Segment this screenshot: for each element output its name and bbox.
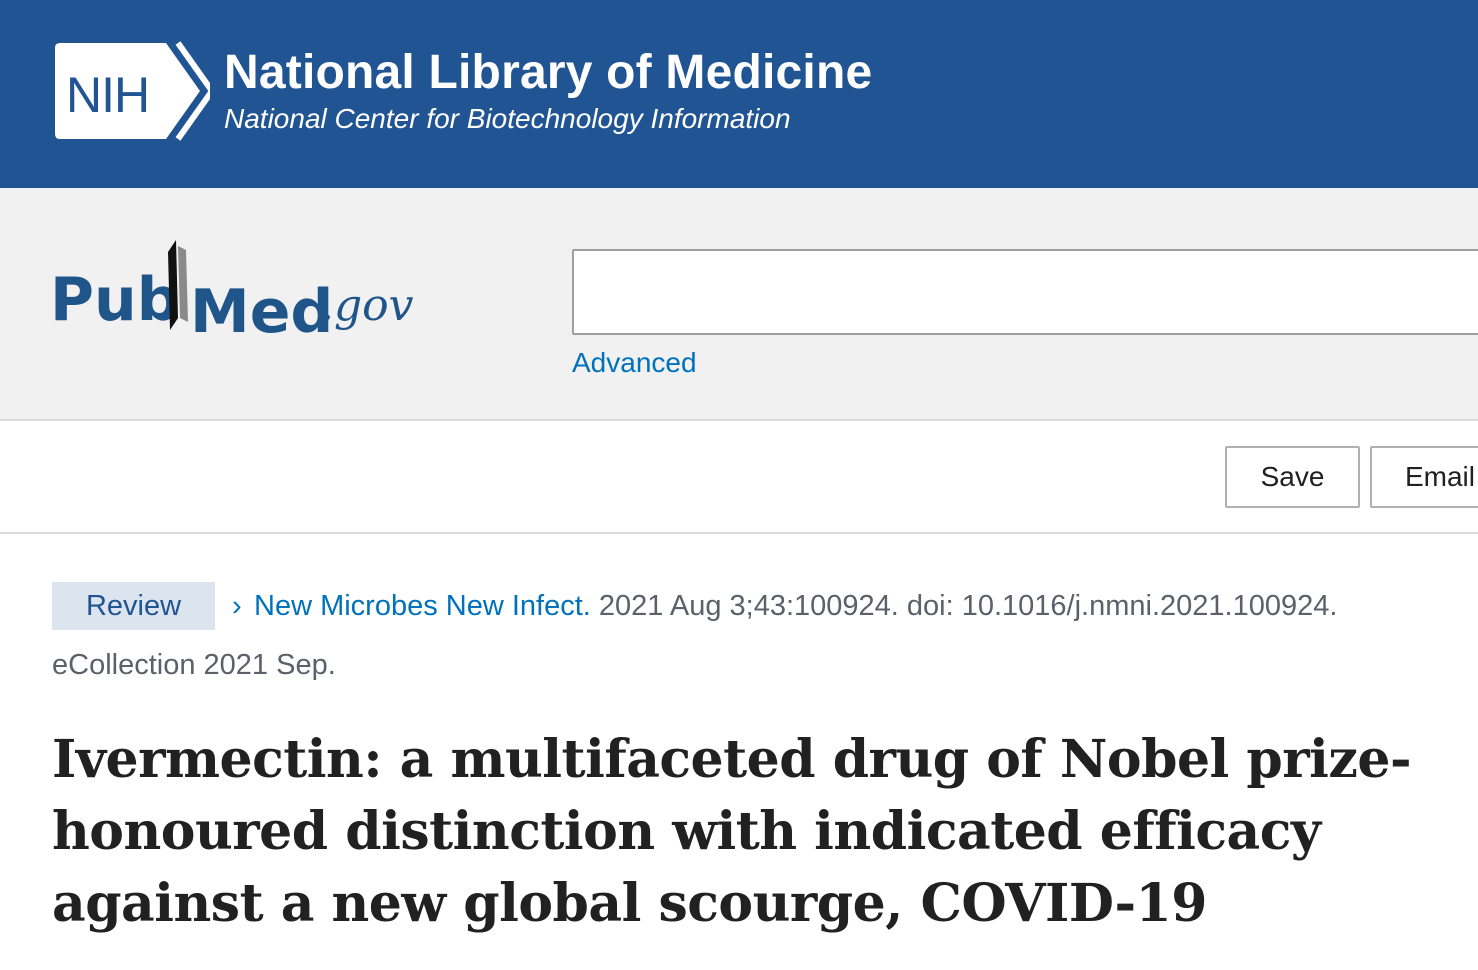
- actions-bar: Save Email: [0, 421, 1478, 534]
- nih-logo[interactable]: NIH: [54, 41, 210, 141]
- nih-header: NIH National Library of Medicine Nationa…: [0, 0, 1478, 188]
- chevron-right-icon: ›: [232, 590, 242, 622]
- save-button[interactable]: Save: [1225, 446, 1360, 508]
- email-button[interactable]: Email: [1370, 446, 1478, 508]
- article-title: Ivermectin: a multifaceted drug of Nobel…: [52, 729, 1412, 934]
- search-band: Pub Med .gov Advanced: [0, 188, 1478, 421]
- pubmed-logo[interactable]: Pub Med .gov: [50, 238, 420, 348]
- nih-logo-text: NIH: [66, 67, 149, 123]
- pubmed-logo-pub: Pub: [50, 265, 180, 335]
- nih-title[interactable]: National Library of Medicine: [224, 44, 872, 102]
- pubmed-logo-med: Med: [190, 277, 333, 347]
- citation-details: 2021 Aug 3;43:100924. doi: 10.1016/j.nmn…: [590, 590, 1338, 622]
- advanced-search-link[interactable]: Advanced: [572, 346, 697, 380]
- journal-link[interactable]: New Microbes New Infect.: [254, 590, 591, 622]
- citation-line: › New Microbes New Infect. 2021 Aug 3;43:…: [232, 587, 1337, 625]
- pubmed-logo-gov: .gov: [320, 280, 414, 331]
- publication-type-badge: Review: [52, 582, 215, 630]
- nih-subtitle: National Center for Biotechnology Inform…: [224, 103, 791, 134]
- ecollection-date: eCollection 2021 Sep.: [52, 649, 336, 681]
- search-input[interactable]: [572, 249, 1478, 335]
